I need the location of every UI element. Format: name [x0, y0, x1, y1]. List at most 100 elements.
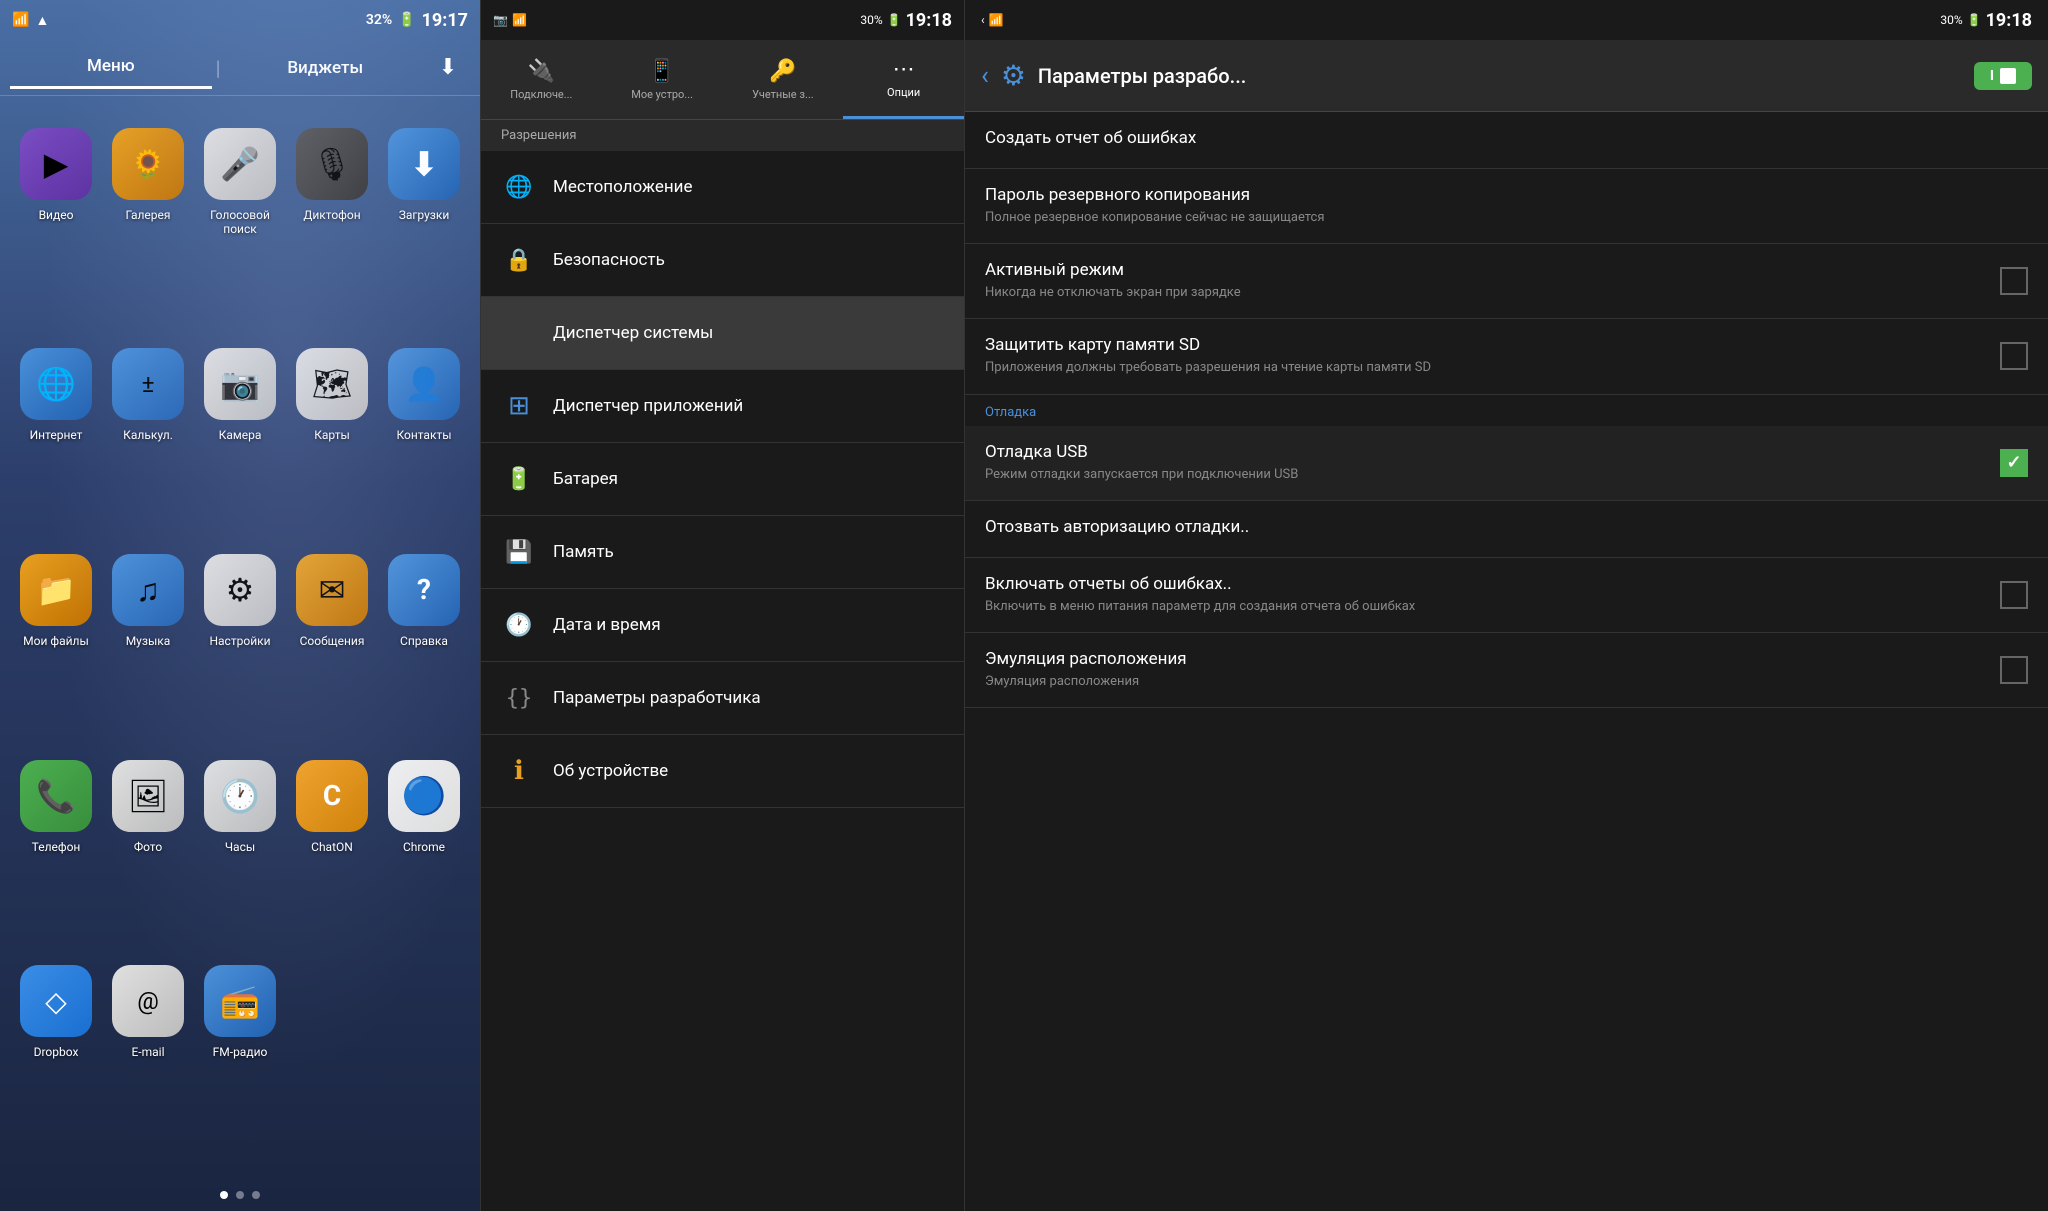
app-label-internet: Интернет [30, 428, 83, 442]
status-right-settings: 30% 🔋 19:18 [860, 10, 952, 31]
dev-item-powerbugreport-content: Включать отчеты об ошибках.. Включить в … [985, 574, 1988, 616]
dev-item-protectsd-title: Защитить карту памяти SD [985, 335, 1988, 355]
dev-item-backuppassword[interactable]: Пароль резервного копирования Полное рез… [965, 169, 2048, 244]
app-label-recorder: Диктофон [303, 208, 360, 222]
settings-item-appmanager[interactable]: ⊞ Диспетчер приложений [481, 370, 964, 443]
app-icon-downloads: ⬇ [388, 128, 460, 200]
app-email[interactable]: @ E-mail [102, 953, 194, 1159]
dot-2 [236, 1191, 244, 1199]
app-icon-video: ▶ [20, 128, 92, 200]
status-bar-dev: ‹ 📶 30% 🔋 19:18 [965, 0, 2048, 40]
app-gallery[interactable]: 🌻 Галерея [102, 116, 194, 336]
dev-item-powerbugreport-title: Включать отчеты об ошибках.. [985, 574, 1988, 594]
tab-mydevice[interactable]: 📱 Мое устро... [602, 40, 723, 119]
tab-menu[interactable]: Меню [10, 46, 212, 89]
developer-toggle[interactable]: I [1974, 62, 2032, 90]
app-label-voice: Голосовой поиск [198, 208, 282, 237]
app-label-messages: Сообщения [300, 634, 365, 648]
app-camera[interactable]: 📷 Камера [194, 336, 286, 542]
powerbugreport-checkbox[interactable] [2000, 581, 2028, 609]
tab-widgets[interactable]: Виджеты [224, 48, 426, 88]
dev-item-powerbugreport[interactable]: Включать отчеты об ошибках.. Включить в … [965, 558, 2048, 633]
settings-item-storage[interactable]: 💾 Память [481, 516, 964, 589]
app-internet[interactable]: 🌐 Интернет [10, 336, 102, 542]
app-chaton[interactable]: C ChatON [286, 748, 378, 954]
security-icon: 🔒 [501, 242, 537, 278]
app-icon-email: @ [112, 965, 184, 1037]
storage-icon: 💾 [501, 534, 537, 570]
settings-item-battery[interactable]: 🔋 Батарея [481, 443, 964, 516]
app-settings[interactable]: ⚙ Настройки [194, 542, 286, 748]
battery-settings: 30% [860, 13, 882, 27]
app-dropbox[interactable]: ◇ Dropbox [10, 953, 102, 1159]
section-permissions-label: Разрешения [501, 128, 577, 143]
app-contacts[interactable]: 👤 Контакты [378, 336, 470, 542]
status-bar-home: 📶 ▲ 32% 🔋 19:17 [0, 0, 480, 40]
app-icon-settings: ⚙ [204, 554, 276, 626]
dev-item-protectsd[interactable]: Защитить карту памяти SD Приложения долж… [965, 319, 2048, 394]
dev-item-stayawake-content: Активный режим Никогда не отключать экра… [985, 260, 1988, 302]
app-chrome[interactable]: 🔵 Chrome [378, 748, 470, 954]
stayawake-checkbox[interactable] [2000, 267, 2028, 295]
app-label-clock: Часы [225, 840, 255, 854]
back-button[interactable]: ‹ [981, 61, 989, 91]
settings-item-sysmanager[interactable]: Диспетчер системы [481, 297, 964, 370]
app-maps[interactable]: 🗺 Карты [286, 336, 378, 542]
settings-item-about[interactable]: ℹ Об устройстве [481, 735, 964, 808]
clock: 19:17 [422, 10, 468, 31]
app-label-gallery: Галерея [126, 208, 171, 222]
dev-item-mocklocation[interactable]: Эмуляция расположения Эмуляция расположе… [965, 633, 2048, 708]
settings-item-security[interactable]: 🔒 Безопасность [481, 224, 964, 297]
app-label-calc: Калькул. [123, 428, 173, 442]
app-recorder[interactable]: 🎙 Диктофон [286, 116, 378, 336]
app-fmradio[interactable]: 📻 FM-радио [194, 953, 286, 1159]
dev-item-usbdebug-content: Отладка USB Режим отладки запускается пр… [985, 442, 1988, 484]
mocklocation-checkbox[interactable] [2000, 656, 2028, 684]
dev-item-revokedebug[interactable]: Отозвать авторизацию отладки.. [965, 501, 2048, 558]
app-downloads[interactable]: ⬇ Загрузки [378, 116, 470, 336]
battery-icon-settings: 🔋 [887, 13, 902, 27]
dev-panel-title: Параметры разрабо... [1038, 64, 1962, 88]
app-clock[interactable]: 🕐 Часы [194, 748, 286, 954]
app-label-music: Музыка [126, 634, 171, 648]
status-left-settings: 📷 📶 [493, 13, 527, 27]
usbdebug-checkbox[interactable] [2000, 449, 2028, 477]
app-phone[interactable]: 📞 Телефон [10, 748, 102, 954]
developer-options-panel: ‹ 📶 30% 🔋 19:18 ‹ ⚙ Параметры разрабо...… [964, 0, 2048, 1211]
app-icon-contacts: 👤 [388, 348, 460, 420]
app-calc[interactable]: ± Калькул. [102, 336, 194, 542]
dev-item-usbdebug-subtitle: Режим отладки запускается при подключени… [985, 466, 1988, 484]
wifi-icon: 📶 [12, 12, 29, 28]
dev-item-mocklocation-subtitle: Эмуляция расположения [985, 673, 1988, 691]
tab-options[interactable]: ⋯ Опции [843, 40, 964, 119]
dev-item-bugreport[interactable]: Создать отчет об ошибках [965, 112, 2048, 169]
app-voice[interactable]: 🎤 Голосовой поиск [194, 116, 286, 336]
settings-item-developer[interactable]: {} Параметры разработчика [481, 662, 964, 735]
app-grid: ▶ Видео 🌻 Галерея 🎤 Голосовой поиск 🎙 Ди… [0, 96, 480, 1179]
app-photos[interactable]: 🖼 Фото [102, 748, 194, 954]
battery-dev: 30% [1940, 13, 1962, 27]
app-video[interactable]: ▶ Видео [10, 116, 102, 336]
app-myfiles[interactable]: 📁 Мои файлы [10, 542, 102, 748]
app-icon-calc: ± [112, 348, 184, 420]
app-icon-chaton: C [296, 760, 368, 832]
protectsd-checkbox[interactable] [2000, 342, 2028, 370]
dev-item-usbdebug[interactable]: Отладка USB Режим отладки запускается пр… [965, 426, 2048, 501]
app-music[interactable]: ♫ Музыка [102, 542, 194, 748]
tab-connections[interactable]: 🔌 Подключе... [481, 40, 602, 119]
datetime-icon: 🕐 [501, 607, 537, 643]
app-messages[interactable]: ✉ Сообщения [286, 542, 378, 748]
app-icon-photos: 🖼 [112, 760, 184, 832]
app-label-email: E-mail [131, 1045, 164, 1059]
dev-item-stayawake[interactable]: Активный режим Никогда не отключать экра… [965, 244, 2048, 319]
dev-item-bugreport-content: Создать отчет об ошибках [985, 128, 2028, 152]
app-help[interactable]: ? Справка [378, 542, 470, 748]
settings-item-datetime[interactable]: 🕐 Дата и время [481, 589, 964, 662]
battery-percent: 32% [366, 12, 392, 28]
settings-list: 🌐 Местоположение 🔒 Безопасность Диспетче… [481, 151, 964, 1211]
tab-accounts[interactable]: 🔑 Учетные з... [723, 40, 844, 119]
download-icon[interactable]: ⬇ [426, 46, 470, 90]
settings-item-location[interactable]: 🌐 Местоположение [481, 151, 964, 224]
home-tab-bar: Меню | Виджеты ⬇ [0, 40, 480, 96]
app-icon-messages: ✉ [296, 554, 368, 626]
